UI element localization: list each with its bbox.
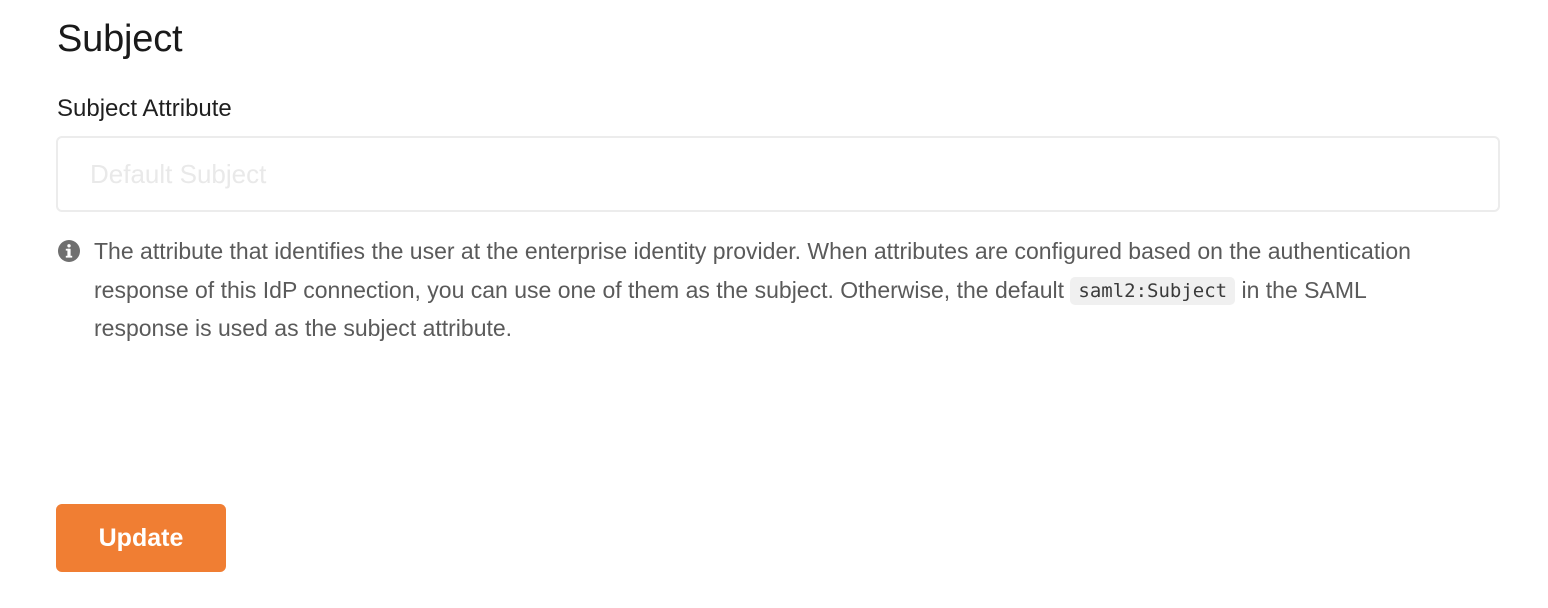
section-title: Subject	[57, 18, 183, 60]
info-icon	[58, 240, 80, 262]
saml-subject-code: saml2:Subject	[1070, 276, 1236, 305]
subject-attribute-help: The attribute that identifies the user a…	[57, 232, 1457, 348]
subject-settings-panel: Subject Subject Attribute The attribute …	[0, 0, 1548, 608]
subject-attribute-label: Subject Attribute	[57, 95, 232, 122]
update-button[interactable]: Update	[56, 504, 226, 572]
subject-attribute-input[interactable]	[56, 136, 1500, 212]
help-text: The attribute that identifies the user a…	[94, 232, 1457, 348]
